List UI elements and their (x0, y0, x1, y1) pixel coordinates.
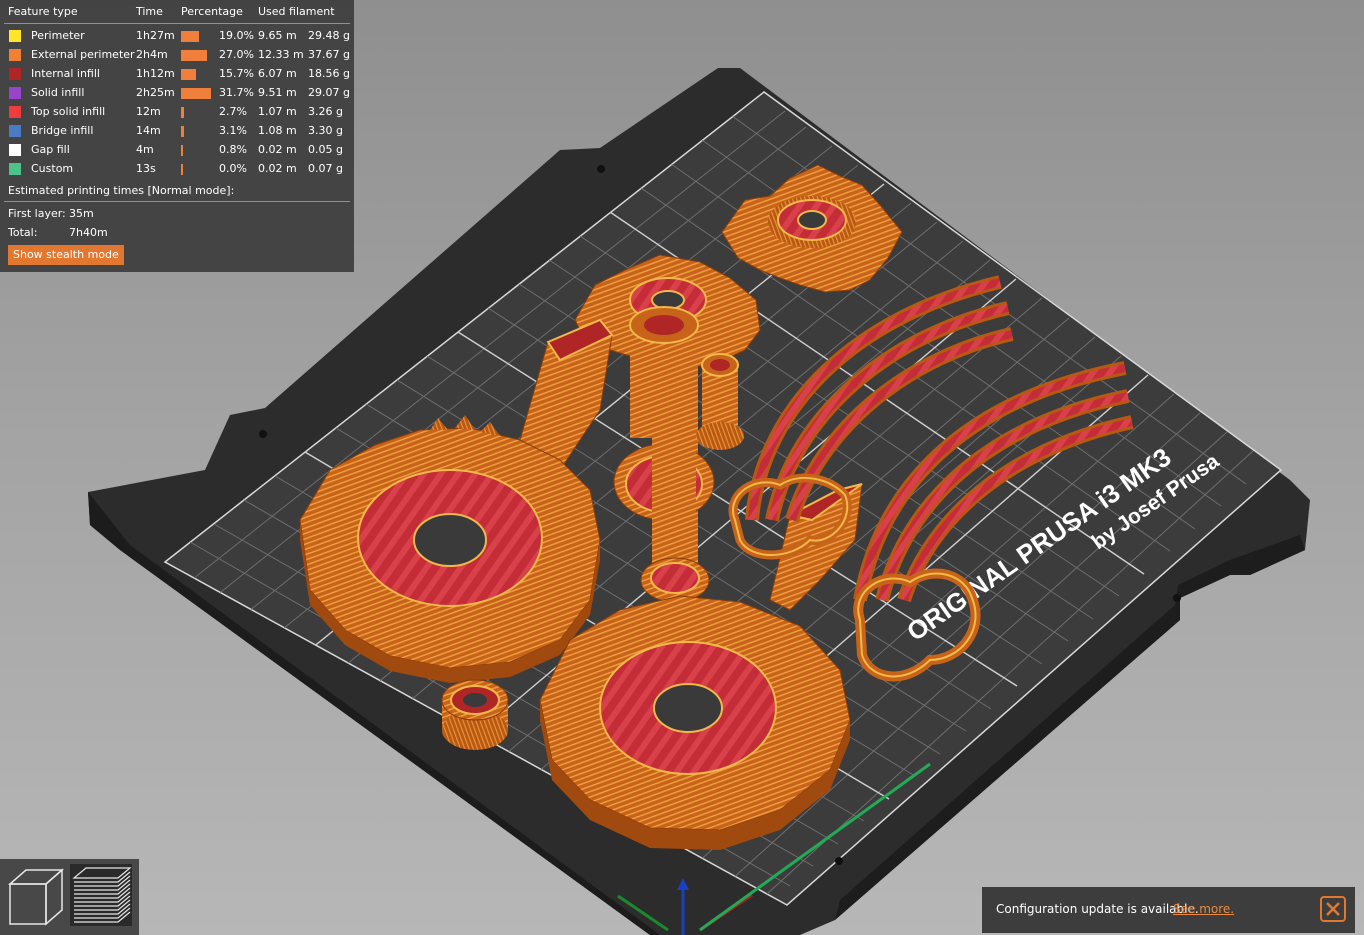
percentage-bar (181, 88, 211, 99)
header-feature-type: Feature type (8, 5, 78, 18)
feature-weight: 37.67 g (308, 48, 350, 61)
cube-icon (8, 868, 64, 926)
feature-length: 9.51 m (258, 86, 297, 99)
estimated-times-title: Estimated printing times [Normal mode]: (8, 184, 235, 197)
header-time: Time (136, 5, 163, 18)
feature-weight: 0.07 g (308, 162, 343, 175)
feature-weight: 18.56 g (308, 67, 350, 80)
small-pin (696, 353, 744, 450)
legend-divider (4, 23, 350, 24)
percentage-bar (181, 126, 184, 137)
feature-time: 4m (136, 143, 154, 156)
feature-time: 14m (136, 124, 161, 137)
feature-percent: 15.7% (219, 67, 254, 80)
feature-name: Custom (31, 162, 74, 175)
legend-row: Custom 13s 0.0% 0.02 m 0.07 g (0, 161, 354, 180)
feature-percent: 27.0% (219, 48, 254, 61)
layers-icon (72, 867, 132, 923)
header-percentage: Percentage (181, 5, 243, 18)
feature-weight: 29.07 g (308, 86, 350, 99)
feature-length: 0.02 m (258, 143, 297, 156)
legend-divider (4, 201, 350, 202)
color-swatch (9, 49, 21, 61)
header-used-filament: Used filament (258, 5, 335, 18)
feature-length: 12.33 m (258, 48, 304, 61)
feature-name: External perimeter (31, 48, 135, 61)
preview-layers-button[interactable] (70, 864, 132, 926)
feature-length: 9.65 m (258, 29, 297, 42)
feature-time: 13s (136, 162, 156, 175)
color-swatch (9, 87, 21, 99)
color-swatch (9, 144, 21, 156)
legend-row: Top solid infill 12m 2.7% 1.07 m 3.26 g (0, 104, 354, 123)
feature-time: 2h4m (136, 48, 168, 61)
legend-row: Internal infill 1h12m 15.7% 6.07 m 18.56 g (0, 66, 354, 85)
feature-time: 1h12m (136, 67, 175, 80)
feature-weight: 29.48 g (308, 29, 350, 42)
feature-length: 1.07 m (258, 105, 297, 118)
feature-time: 1h27m (136, 29, 175, 42)
legend-header: Feature type Time Percentage Used filame… (8, 5, 350, 23)
small-ring (441, 679, 509, 750)
feature-time: 12m (136, 105, 161, 118)
feature-name: Bridge infill (31, 124, 94, 137)
color-swatch (9, 125, 21, 137)
feature-weight: 3.30 g (308, 124, 343, 137)
first-layer-label: First layer: (8, 207, 66, 220)
feature-percent: 3.1% (219, 124, 247, 137)
close-icon[interactable] (1320, 896, 1346, 922)
feature-name: Internal infill (31, 67, 100, 80)
percentage-bar (181, 164, 183, 175)
legend-panel: Feature type Time Percentage Used filame… (0, 0, 354, 272)
color-swatch (9, 68, 21, 80)
feature-percent: 0.8% (219, 143, 247, 156)
config-update-notification: Configuration update is available. See m… (982, 887, 1355, 933)
feature-percent: 31.7% (219, 86, 254, 99)
total-label: Total: (8, 226, 38, 239)
show-stealth-mode-button[interactable]: Show stealth mode (8, 245, 124, 265)
color-swatch (9, 163, 21, 175)
feature-weight: 0.05 g (308, 143, 343, 156)
feature-name: Perimeter (31, 29, 85, 42)
legend-row: Perimeter 1h27m 19.0% 9.65 m 29.48 g (0, 28, 354, 47)
feature-length: 1.08 m (258, 124, 297, 137)
legend-row: External perimeter 2h4m 27.0% 12.33 m 37.67 … (0, 47, 354, 66)
feature-length: 6.07 m (258, 67, 297, 80)
feature-name: Solid infill (31, 86, 85, 99)
see-more-link[interactable]: See more. (1173, 902, 1234, 916)
feature-percent: 2.7% (219, 105, 247, 118)
percentage-bar (181, 145, 183, 156)
color-swatch (9, 30, 21, 42)
percentage-bar (181, 69, 196, 80)
color-swatch (9, 106, 21, 118)
legend-row: Bridge infill 14m 3.1% 1.08 m 3.30 g (0, 123, 354, 142)
first-layer-value: 35m (69, 207, 94, 220)
3d-view-button[interactable] (4, 864, 66, 926)
percentage-bar (181, 107, 184, 118)
feature-percent: 19.0% (219, 29, 254, 42)
view-toggle-bar (0, 859, 139, 935)
feature-name: Top solid infill (31, 105, 106, 118)
feature-percent: 0.0% (219, 162, 247, 175)
feature-length: 0.02 m (258, 162, 297, 175)
total-value: 7h40m (69, 226, 108, 239)
percentage-bar (181, 50, 207, 61)
legend-row: Gap fill 4m 0.8% 0.02 m 0.05 g (0, 142, 354, 161)
legend-row: Solid infill 2h25m 31.7% 9.51 m 29.07 g (0, 85, 354, 104)
feature-weight: 3.26 g (308, 105, 343, 118)
notification-text: Configuration update is available. (996, 902, 1199, 916)
feature-time: 2h25m (136, 86, 175, 99)
feature-name: Gap fill (31, 143, 70, 156)
percentage-bar (181, 31, 199, 42)
